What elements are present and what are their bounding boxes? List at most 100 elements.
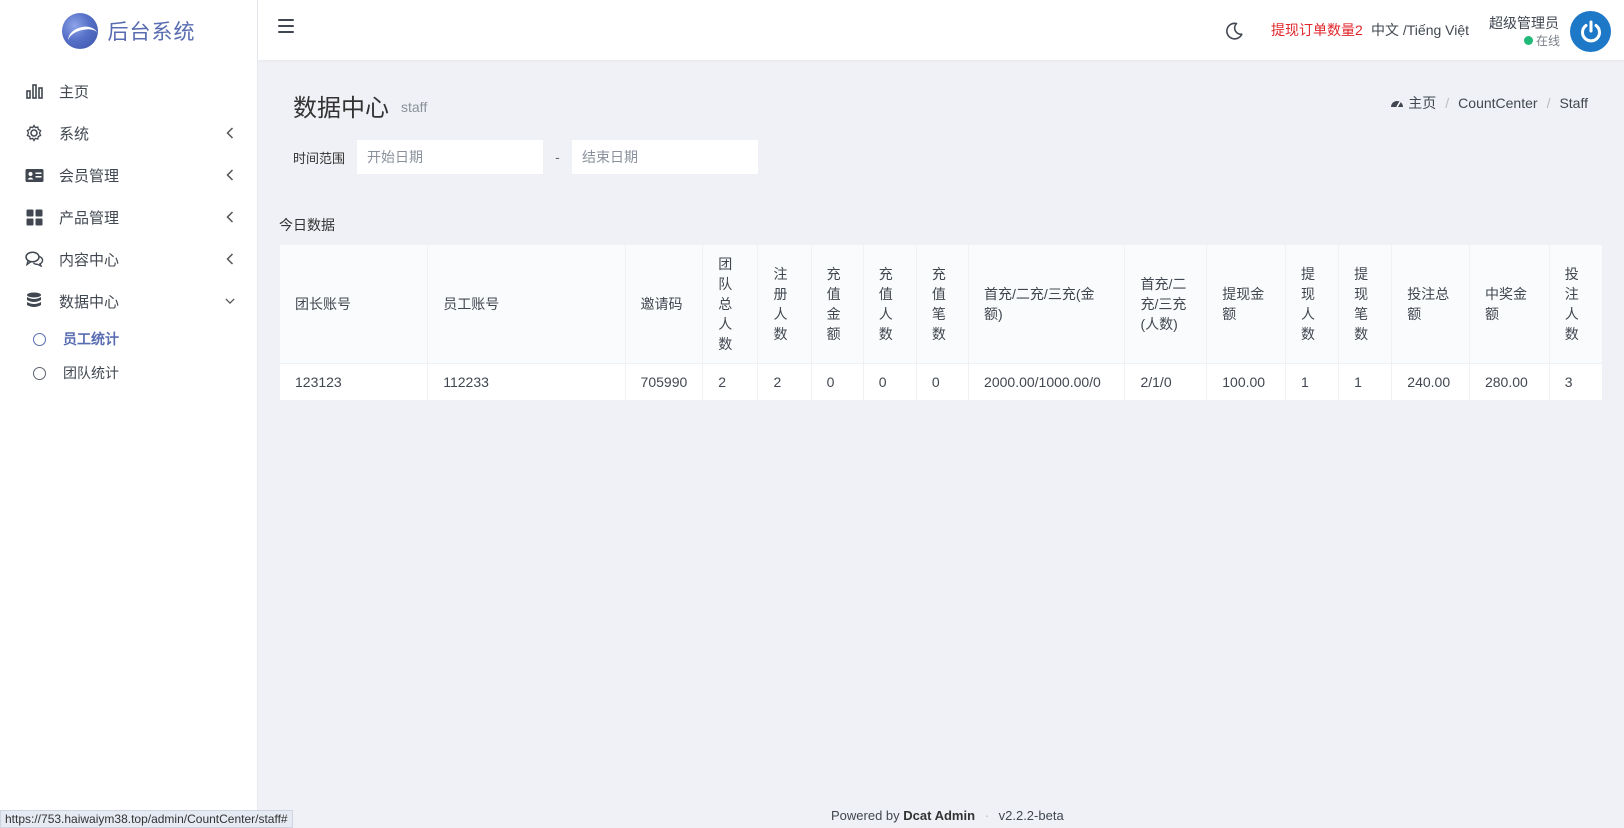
table-cell: 100.00 [1206,363,1286,401]
column-header: 首充/二充/三充(金额) [968,244,1126,364]
table-cell: 112233 [427,363,626,401]
table-cell: 1 [1284,363,1340,401]
column-header: 提现人数 [1284,244,1340,364]
sidebar-subitem-staff-stats[interactable]: 员工统计 [0,322,257,356]
chevron-left-icon [225,127,235,139]
footer: Powered by Dcat Admin · v2.2.2-beta [831,808,1064,823]
grid-icon [24,207,44,227]
brand-name: 后台系统 [107,21,196,44]
filter-label: 时间范围 [293,150,346,166]
breadcrumb-separator: / [1546,95,1551,111]
sidebar-nav: 主页 系统 会员管理 产品管理 内容中心 数据中心 员工统计 团队统计 [0,62,257,390]
column-header: 中奖金额 [1468,244,1550,364]
table-header-row: 团长账号 员工账号 邀请码 团队总人数 注册人数 充值金额 充值人数 充值笔数 … [278,244,1604,364]
page-title: 数据中心 [293,95,389,122]
brand[interactable]: 后台系统 [0,0,257,62]
bar-chart-icon [24,81,44,101]
table-cell: 0 [862,363,917,401]
avatar[interactable] [1570,11,1611,52]
language-switcher[interactable]: 中文 /Tiếng Việt [1371,20,1469,40]
chevron-left-icon [225,169,235,181]
column-header: 邀请码 [624,244,704,364]
sidebar: 后台系统 主页 系统 会员管理 产品管理 内容中心 数据中心 员工统计 团队统计 [0,0,258,828]
sidebar-item-system[interactable]: 系统 [0,112,257,154]
menu-toggle-icon[interactable] [278,19,294,33]
sidebar-item-products[interactable]: 产品管理 [0,196,257,238]
table-cell: 3 [1548,363,1604,401]
footer-product-link[interactable]: Dcat Admin [903,808,975,823]
brand-logo [61,13,98,49]
column-header: 投注总额 [1391,244,1470,364]
end-date-input[interactable] [571,139,759,175]
power-icon [1580,20,1601,42]
sidebar-item-label: 数据中心 [59,293,120,311]
column-header: 充值人数 [862,244,917,364]
column-header: 充值金额 [810,244,864,364]
start-date-input[interactable] [356,139,544,175]
sidebar-item-label: 会员管理 [59,167,120,185]
column-header: 投注人数 [1548,244,1604,364]
moon-icon[interactable] [1224,21,1244,41]
table-row: 123123 112233 705990 2 2 0 0 0 2000.00/1… [278,363,1604,401]
table-cell: 0 [915,363,970,401]
breadcrumb-separator: / [1445,95,1450,111]
user-name[interactable]: 超级管理员 [1489,13,1559,33]
breadcrumb: 主页 / CountCenter / Staff [1390,93,1588,113]
browser-status-url: https://753.haiwaiym38.top/admin/CountCe… [0,810,293,828]
withdraw-order-notice[interactable]: 提现订单数量2 [1271,20,1363,40]
column-header: 提现笔数 [1338,244,1393,364]
chevron-down-icon [225,296,235,306]
table-cell: 705990 [624,363,704,401]
table-cell: 280.00 [1468,363,1550,401]
table-cell: 240.00 [1391,363,1470,401]
breadcrumb-item-staff: Staff [1559,95,1588,111]
sidebar-item-data-center[interactable]: 数据中心 [0,280,257,322]
chevron-left-icon [225,211,235,223]
gear-icon [24,123,44,143]
table-cell: 2 [757,363,812,401]
table-cell: 0 [810,363,864,401]
column-header: 提现金额 [1206,244,1286,364]
id-card-icon [24,165,44,185]
sidebar-item-label: 产品管理 [59,209,120,227]
column-header: 注册人数 [757,244,812,364]
sidebar-subitem-label: 员工统计 [63,331,119,347]
section-title: 今日数据 [279,217,335,233]
sidebar-item-label: 主页 [59,83,90,101]
online-dot-icon [1524,36,1533,45]
breadcrumb-item-home[interactable]: 主页 [1390,93,1436,113]
database-icon [24,291,44,311]
top-navbar: 提现订单数量2 中文 /Tiếng Việt 超级管理员 在线 [258,0,1624,60]
main-content: 数据中心 staff 主页 / CountCenter / Staff 时间范围… [258,60,1624,828]
user-status: 在线 [1524,32,1560,49]
chevron-left-icon [225,253,235,265]
sidebar-subitem-team-stats[interactable]: 团队统计 [0,356,257,390]
date-range-filter: 时间范围 - [293,139,759,175]
circle-icon [33,332,46,346]
user-status-label: 在线 [1536,34,1561,48]
sidebar-item-members[interactable]: 会员管理 [0,154,257,196]
dashboard-icon [1391,101,1404,108]
table-cell: 123123 [278,363,429,401]
column-header: 团队总人数 [702,244,759,364]
breadcrumb-label: 主页 [1408,95,1437,111]
table-cell: 2 [702,363,759,401]
stats-table: 团长账号 员工账号 邀请码 团队总人数 注册人数 充值金额 充值人数 充值笔数 … [278,244,1604,401]
table-cell: 2/1/0 [1124,363,1208,401]
column-header: 首充/二充/三充(人数) [1124,244,1208,364]
footer-separator: · [984,808,989,823]
column-header: 团长账号 [278,244,429,364]
circle-icon [33,366,46,380]
sidebar-item-content[interactable]: 内容中心 [0,238,257,280]
breadcrumb-item-countcenter[interactable]: CountCenter [1458,95,1537,111]
sidebar-item-home[interactable]: 主页 [0,70,257,112]
chat-icon [24,249,44,269]
table-cell: 2000.00/1000.00/0 [968,363,1126,401]
column-header: 员工账号 [427,244,626,364]
footer-version: v2.2.2-beta [998,808,1064,823]
table-cell: 1 [1338,363,1393,401]
column-header: 充值笔数 [915,244,970,364]
sidebar-subitem-label: 团队统计 [63,365,119,381]
sidebar-item-label: 内容中心 [59,251,120,269]
footer-powered-by: Powered by [831,808,900,823]
